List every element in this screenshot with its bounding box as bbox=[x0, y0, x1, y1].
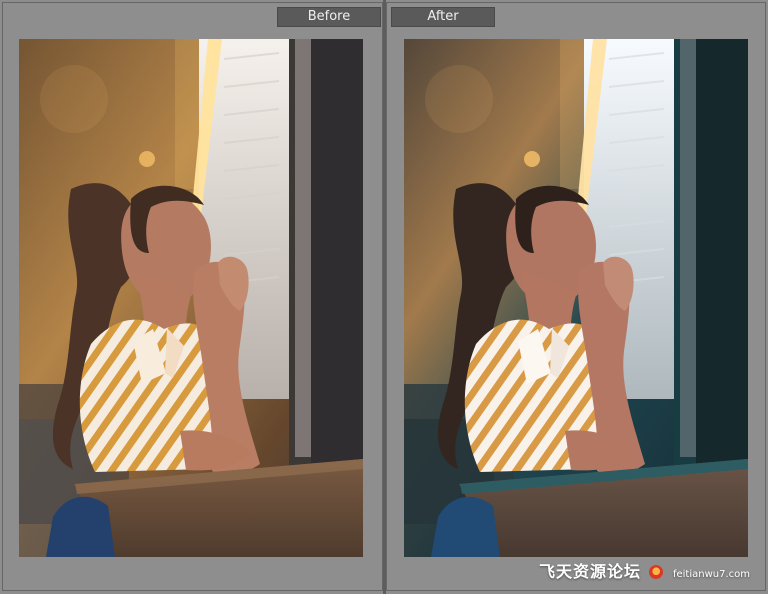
after-panel: After bbox=[386, 2, 766, 591]
before-label: Before bbox=[277, 7, 381, 27]
before-panel: Before bbox=[2, 2, 383, 591]
before-image bbox=[19, 39, 363, 557]
watermark: 飞天资源论坛 feitianwu7.com bbox=[539, 558, 750, 582]
watermark-logo-icon bbox=[647, 563, 665, 581]
after-photo bbox=[404, 39, 748, 557]
after-image bbox=[404, 39, 748, 557]
before-after-comparison-window: Before After 飞天资源论坛 feitianwu7.com bbox=[0, 0, 768, 594]
after-label: After bbox=[391, 7, 495, 27]
watermark-domain: feitianwu7.com bbox=[672, 569, 750, 580]
watermark-brand: 飞天资源论坛 bbox=[538, 562, 641, 581]
before-photo bbox=[19, 39, 363, 557]
